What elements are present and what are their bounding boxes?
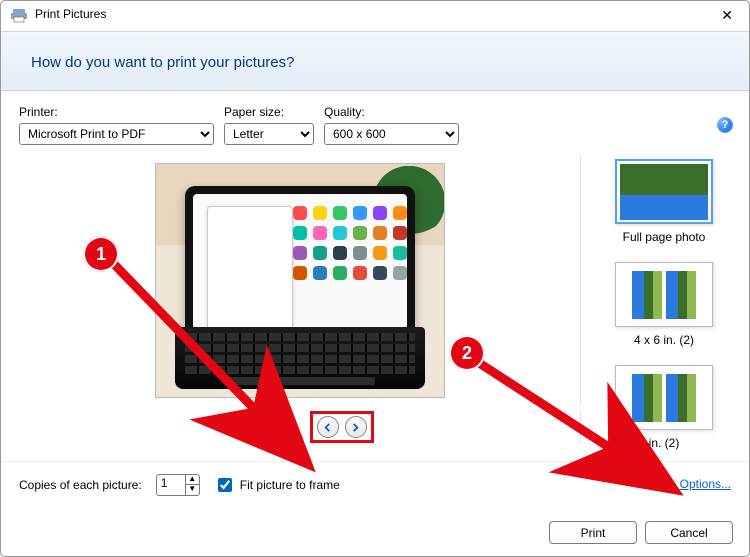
layout-label: 4 x 6 in. (2) bbox=[634, 333, 694, 347]
banner: How do you want to print your pictures? bbox=[1, 31, 749, 91]
bottom-bar: Copies of each picture: 1 ▲ ▼ Fit pictur… bbox=[1, 461, 749, 497]
printer-select[interactable]: Microsoft Print to PDF bbox=[19, 123, 214, 145]
copies-down-button[interactable]: ▼ bbox=[185, 485, 199, 495]
annotation-badge-1: 1 bbox=[83, 236, 119, 272]
fit-to-frame[interactable]: Fit picture to frame bbox=[214, 475, 340, 495]
layout-label: Full page photo bbox=[623, 230, 706, 244]
print-pictures-dialog: Print Pictures ✕ How do you want to prin… bbox=[0, 0, 750, 557]
fit-checkbox[interactable] bbox=[218, 478, 232, 492]
layout-option[interactable]: in. (2) bbox=[589, 365, 739, 450]
print-button[interactable]: Print bbox=[549, 521, 637, 544]
copies-spinner[interactable]: 1 ▲ ▼ bbox=[156, 474, 200, 496]
fit-label: Fit picture to frame bbox=[240, 478, 340, 492]
layout-option[interactable]: Full page photo bbox=[589, 159, 739, 244]
copies-label: Copies of each picture: bbox=[19, 478, 142, 492]
printer-label: Printer: bbox=[19, 105, 214, 119]
chevron-right-icon bbox=[351, 423, 360, 432]
paper-size-label: Paper size: bbox=[224, 105, 314, 119]
copies-value: 1 bbox=[161, 476, 168, 490]
pager: 3 of 4 pages bbox=[19, 411, 581, 443]
dialog-buttons: Print Cancel bbox=[549, 521, 733, 544]
preview-pane: 3 of 4 pages bbox=[19, 155, 589, 455]
preview-canvas bbox=[19, 155, 581, 405]
window-title: Print Pictures bbox=[35, 7, 106, 21]
toolbar: Printer: Microsoft Print to PDF Paper si… bbox=[1, 91, 749, 151]
printer-icon bbox=[11, 9, 27, 23]
titlebar: Print Pictures ✕ bbox=[1, 1, 749, 31]
close-button[interactable]: ✕ bbox=[713, 5, 741, 26]
quality-label: Quality: bbox=[324, 105, 459, 119]
chevron-left-icon bbox=[323, 423, 332, 432]
page-indicator: 3 of 4 pages bbox=[225, 420, 291, 434]
layout-option[interactable]: 4 x 6 in. (2) bbox=[589, 262, 739, 347]
quality-select[interactable]: 600 x 600 bbox=[324, 123, 459, 145]
options-link[interactable]: Options... bbox=[680, 477, 731, 491]
preview-image bbox=[155, 163, 445, 398]
banner-heading: How do you want to print your pictures? bbox=[31, 54, 294, 71]
cancel-button[interactable]: Cancel bbox=[645, 521, 733, 544]
layout-list[interactable]: Full page photo 4 x 6 in. (2) in. (2) bbox=[589, 155, 749, 455]
layout-label: in. (2) bbox=[649, 436, 680, 450]
help-icon[interactable]: ? bbox=[717, 117, 733, 133]
next-page-button[interactable] bbox=[345, 416, 367, 438]
annotation-badge-2: 2 bbox=[449, 335, 485, 371]
prev-page-button[interactable] bbox=[317, 416, 339, 438]
annotation-highlight-box bbox=[310, 411, 374, 443]
body: 3 of 4 pages Full page photo 4 x 6 in. (2… bbox=[1, 155, 749, 455]
paper-size-select[interactable]: Letter bbox=[224, 123, 314, 145]
